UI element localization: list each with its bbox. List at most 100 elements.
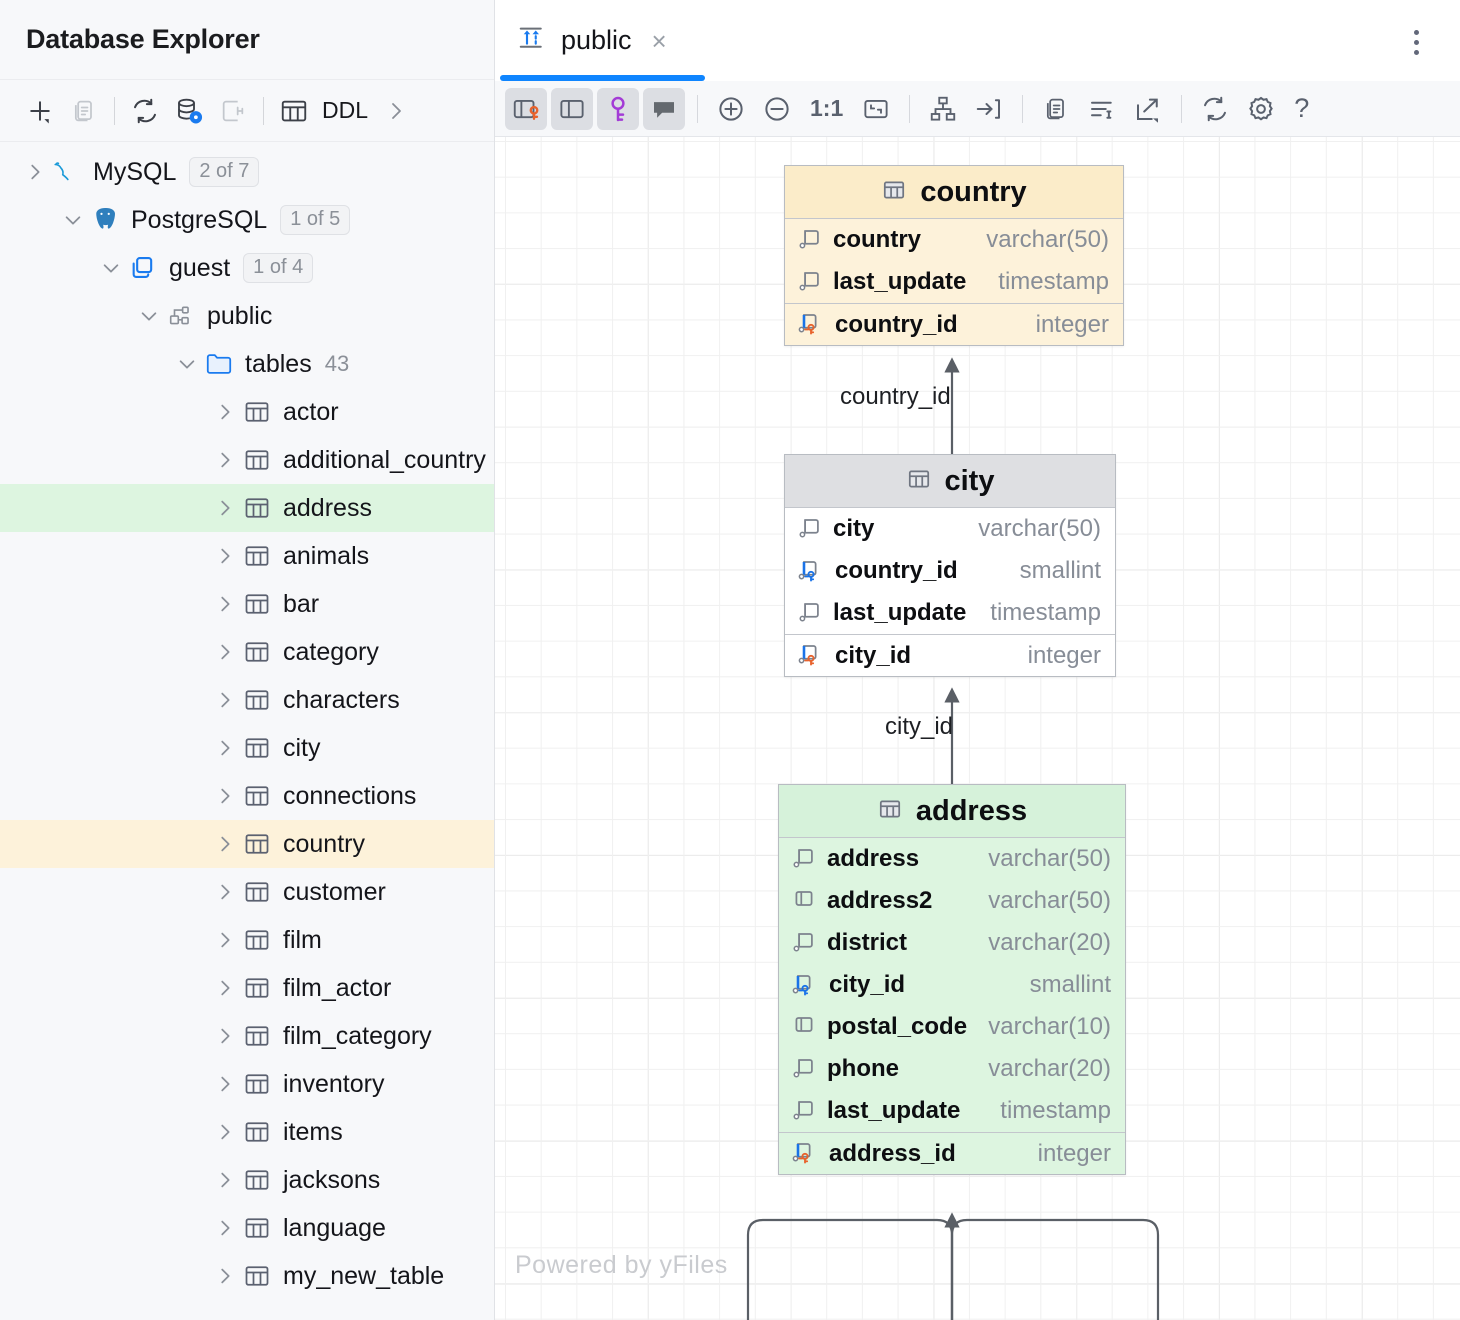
tree-item-public[interactable]: public bbox=[0, 292, 494, 340]
tree-item-additional_country[interactable]: additional_country bbox=[0, 436, 494, 484]
tree-item-mysql[interactable]: MySQL2 of 7 bbox=[0, 148, 494, 196]
database-tree[interactable]: MySQL2 of 7PostgreSQL1 of 5guest1 of 4pu… bbox=[0, 142, 494, 1320]
chevron-right-icon[interactable] bbox=[210, 733, 240, 763]
tree-item-film_actor[interactable]: film_actor bbox=[0, 964, 494, 1012]
tree-item-film_category[interactable]: film_category bbox=[0, 1012, 494, 1060]
entity-column[interactable]: postal_codevarchar(10) bbox=[779, 1006, 1125, 1048]
entity-node-city[interactable]: citycityvarchar(50)country_idsmallintlas… bbox=[784, 454, 1116, 677]
chevron-right-icon[interactable] bbox=[210, 1069, 240, 1099]
tree-item-my_new_table[interactable]: my_new_table bbox=[0, 1252, 494, 1300]
show-keys-toggle[interactable] bbox=[597, 88, 639, 130]
entity-column[interactable]: countryvarchar(50) bbox=[785, 219, 1123, 261]
export-button[interactable] bbox=[1127, 88, 1169, 130]
tree-item-tables[interactable]: tables43 bbox=[0, 340, 494, 388]
chevron-right-icon[interactable] bbox=[20, 157, 50, 187]
add-icon[interactable] bbox=[18, 89, 62, 133]
chevron-right-icon[interactable] bbox=[210, 877, 240, 907]
ddl-button[interactable]: DDL bbox=[316, 97, 374, 124]
chevron-down-icon[interactable] bbox=[134, 301, 164, 331]
chevron-down-icon[interactable] bbox=[172, 349, 202, 379]
entity-column[interactable]: phonevarchar(20) bbox=[779, 1048, 1125, 1090]
refresh-button[interactable] bbox=[1194, 88, 1236, 130]
chevron-right-icon[interactable] bbox=[210, 589, 240, 619]
chevron-down-icon[interactable] bbox=[96, 253, 126, 283]
entity-column[interactable]: last_updatetimestamp bbox=[785, 592, 1115, 634]
copy-diagram-button[interactable] bbox=[1035, 88, 1077, 130]
tree-item-language[interactable]: language bbox=[0, 1204, 494, 1252]
entity-node-country[interactable]: countrycountryvarchar(50)last_updatetime… bbox=[784, 165, 1124, 346]
tree-item-animals[interactable]: animals bbox=[0, 532, 494, 580]
tree-item-country[interactable]: country bbox=[0, 820, 494, 868]
tree-item-label: connections bbox=[283, 782, 416, 811]
chevron-right-icon[interactable] bbox=[210, 781, 240, 811]
copy-icon[interactable] bbox=[62, 89, 106, 133]
entity-column[interactable]: addressvarchar(50) bbox=[779, 838, 1125, 880]
show-columns-toggle[interactable] bbox=[505, 88, 547, 130]
help-button[interactable]: ? bbox=[1284, 93, 1319, 124]
settings-button[interactable] bbox=[1240, 88, 1282, 130]
tree-item-address[interactable]: address bbox=[0, 484, 494, 532]
chevron-right-icon[interactable] bbox=[210, 973, 240, 1003]
chevron-right-icon[interactable] bbox=[210, 829, 240, 859]
zoom-in-button[interactable] bbox=[710, 88, 752, 130]
tree-item-customer[interactable]: customer bbox=[0, 868, 494, 916]
close-icon[interactable]: × bbox=[646, 28, 667, 54]
database-settings-icon[interactable] bbox=[167, 89, 211, 133]
chevron-right-icon[interactable] bbox=[210, 1165, 240, 1195]
chevron-right-icon[interactable] bbox=[210, 685, 240, 715]
chevron-down-icon[interactable] bbox=[58, 205, 88, 235]
chevron-right-icon[interactable] bbox=[210, 1021, 240, 1051]
tree-item-film[interactable]: film bbox=[0, 916, 494, 964]
layout-hierarchic-button[interactable] bbox=[922, 88, 964, 130]
table-icon[interactable] bbox=[272, 89, 316, 133]
tree-item-inventory[interactable]: inventory bbox=[0, 1060, 494, 1108]
chevron-right-icon[interactable] bbox=[210, 1261, 240, 1291]
more-options-icon[interactable] bbox=[1394, 20, 1438, 64]
zoom-out-button[interactable] bbox=[756, 88, 798, 130]
show-comments-toggle[interactable] bbox=[643, 88, 685, 130]
entity-column[interactable]: country_idsmallint bbox=[785, 550, 1115, 592]
chevron-right-icon[interactable] bbox=[210, 1117, 240, 1147]
entity-column[interactable]: address_idinteger bbox=[779, 1132, 1125, 1174]
table-icon bbox=[240, 973, 274, 1003]
tree-item-guest[interactable]: guest1 of 4 bbox=[0, 244, 494, 292]
chevron-right-icon[interactable] bbox=[210, 541, 240, 571]
tree-item-items[interactable]: items bbox=[0, 1108, 494, 1156]
chevron-right-icon[interactable] bbox=[210, 493, 240, 523]
entity-column[interactable]: last_updatetimestamp bbox=[785, 261, 1123, 303]
entity-column[interactable]: city_idinteger bbox=[785, 634, 1115, 676]
entity-column[interactable]: address2varchar(50) bbox=[779, 880, 1125, 922]
tree-item-characters[interactable]: characters bbox=[0, 676, 494, 724]
entity-column[interactable]: country_idinteger bbox=[785, 303, 1123, 345]
entity-column[interactable]: city_idsmallint bbox=[779, 964, 1125, 1006]
more-chevron-icon[interactable] bbox=[374, 89, 418, 133]
chevron-right-icon[interactable] bbox=[210, 637, 240, 667]
tree-item-city[interactable]: city bbox=[0, 724, 494, 772]
tree-item-actor[interactable]: actor bbox=[0, 388, 494, 436]
collapse-button[interactable] bbox=[968, 88, 1010, 130]
chevron-right-icon[interactable] bbox=[210, 445, 240, 475]
list-options-button[interactable] bbox=[1081, 88, 1123, 130]
disconnect-icon[interactable] bbox=[211, 89, 255, 133]
entity-column[interactable]: districtvarchar(20) bbox=[779, 922, 1125, 964]
tree-item-connections[interactable]: connections bbox=[0, 772, 494, 820]
fit-content-button[interactable] bbox=[855, 88, 897, 130]
chevron-right-icon[interactable] bbox=[210, 397, 240, 427]
tree-item-postgresql[interactable]: PostgreSQL1 of 5 bbox=[0, 196, 494, 244]
entity-node-address[interactable]: addressaddressvarchar(50)address2varchar… bbox=[778, 784, 1126, 1175]
entity-column[interactable]: last_updatetimestamp bbox=[779, 1090, 1125, 1132]
show-table-columns-toggle[interactable] bbox=[551, 88, 593, 130]
diagram-canvas[interactable]: country_id city_id Powered by yFiles cou… bbox=[495, 137, 1460, 1320]
table-icon bbox=[240, 397, 274, 427]
tree-item-category[interactable]: category bbox=[0, 628, 494, 676]
table-icon bbox=[240, 1117, 274, 1147]
entity-column[interactable]: cityvarchar(50) bbox=[785, 508, 1115, 550]
refresh-icon[interactable] bbox=[123, 89, 167, 133]
chevron-right-icon[interactable] bbox=[210, 925, 240, 955]
diagram-tab-icon bbox=[517, 23, 547, 58]
zoom-actual-size-button[interactable]: 1:1 bbox=[800, 95, 853, 122]
tree-item-bar[interactable]: bar bbox=[0, 580, 494, 628]
tab-public[interactable]: public × bbox=[495, 0, 689, 81]
chevron-right-icon[interactable] bbox=[210, 1213, 240, 1243]
tree-item-jacksons[interactable]: jacksons bbox=[0, 1156, 494, 1204]
